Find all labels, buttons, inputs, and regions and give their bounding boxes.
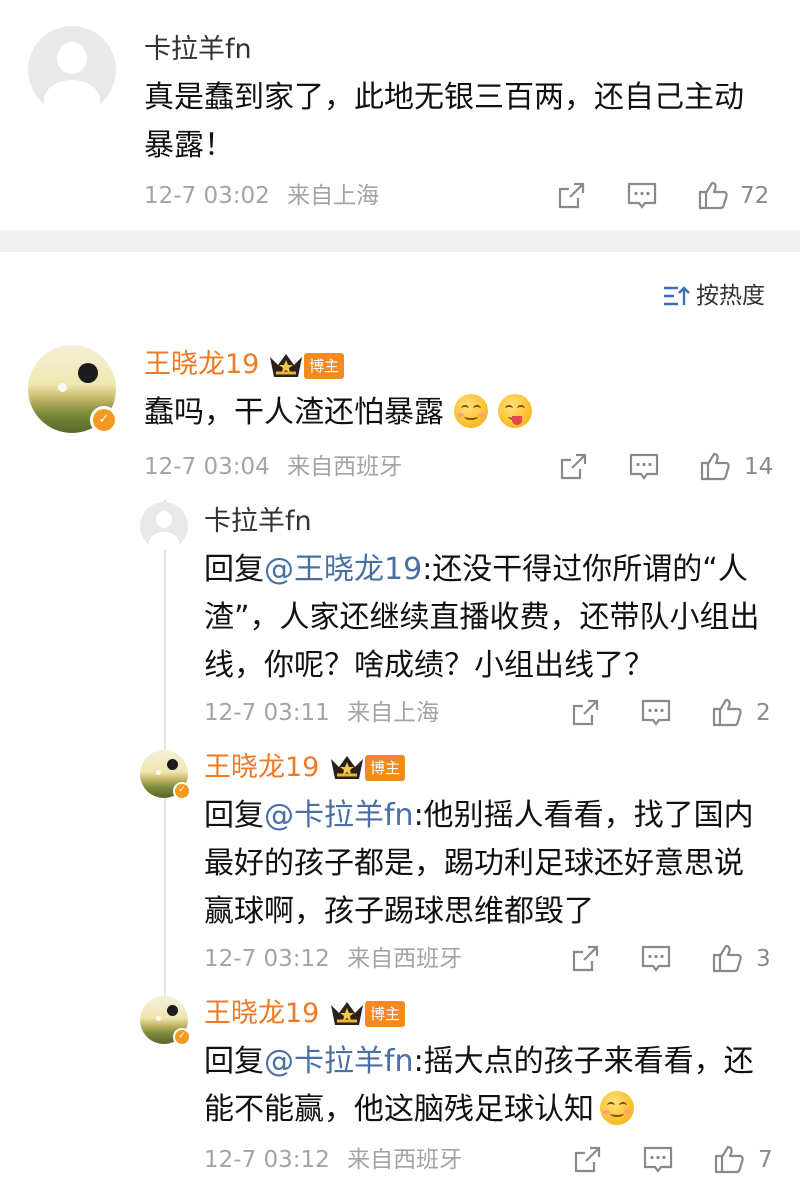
reply-text-line: 渣”，人家还继续直播收费，还带队小组出	[204, 600, 760, 635]
reply-time: 12-7 03:12	[204, 946, 330, 972]
reply-text-content: 能不能赢，他这脑残足球认知	[204, 1092, 594, 1127]
comment-text-content: 蠢吗，干人渣还怕暴露	[144, 395, 444, 430]
like-icon[interactable]	[699, 450, 732, 482]
reply-location: 来自西班牙	[347, 1147, 463, 1173]
reply-text-line: 回复@卡拉羊fn:他别摇人看看，找了国内	[204, 792, 784, 840]
comment-text-line: 暴露！	[144, 128, 234, 163]
reply-text: 回复@王晓龙19:还没干得过你所谓的“人 渣”，人家还继续直播收费，还带队小组出…	[204, 546, 784, 690]
comment-icon[interactable]	[640, 698, 672, 728]
reply-text-content: :摇大点的孩子来看看，还	[413, 1044, 754, 1079]
share-icon[interactable]	[572, 1145, 602, 1175]
verified-icon: ✓	[173, 782, 191, 800]
sort-label: 按热度	[696, 283, 765, 309]
like-count: 72	[740, 183, 770, 209]
crown-icon	[270, 354, 302, 377]
reply-meta: 12-7 03:12 来自西班牙	[204, 1145, 462, 1175]
sort-icon	[664, 286, 690, 306]
mention-link[interactable]: @王晓龙19	[264, 552, 422, 587]
reply-author[interactable]: 王晓龙19	[204, 997, 319, 1031]
reply-text-line: 赢球啊，孩子踢球思维都毁了	[204, 894, 594, 929]
section-divider	[0, 230, 800, 252]
blogger-badge: 博主	[304, 353, 345, 379]
comment-text: 蠢吗，干人渣还怕暴露	[144, 389, 532, 437]
share-icon[interactable]	[558, 452, 588, 482]
like-icon[interactable]	[711, 696, 744, 728]
like-count: 2	[756, 700, 771, 726]
reply-text-line: 最好的孩子都是，踢功利足球还好意思说	[204, 846, 744, 881]
like-icon[interactable]	[697, 179, 730, 211]
verified-icon: ✓	[90, 406, 118, 434]
comment-text: 真是蠢到家了，此地无银三百两，还自己主动 暴露！	[144, 74, 784, 170]
reply-text-content: :还没干得过你所谓的“人	[422, 552, 748, 587]
crown-icon	[331, 1002, 363, 1025]
comment-icon[interactable]	[626, 181, 658, 211]
reply-text-line: 回复@卡拉羊fn:摇大点的孩子来看看，还	[204, 1038, 784, 1086]
like-icon[interactable]	[711, 942, 744, 974]
comment-meta: 12-7 03:02 来自上海	[144, 181, 379, 211]
comment-time: 12-7 03:02	[144, 183, 270, 209]
reply-text-line: 回复@王晓龙19:还没干得过你所谓的“人	[204, 546, 784, 594]
reply-location: 来自西班牙	[347, 946, 463, 972]
reply-author[interactable]: 王晓龙19	[204, 751, 319, 785]
reply-meta: 12-7 03:12 来自西班牙	[204, 944, 462, 974]
comment-icon[interactable]	[642, 1145, 674, 1175]
share-icon[interactable]	[570, 698, 600, 728]
reply-location: 来自上海	[347, 700, 440, 726]
like-count: 14	[744, 454, 774, 480]
smile-emoji	[454, 394, 488, 428]
reply-prefix: 回复	[204, 1044, 264, 1079]
reply-time: 12-7 03:11	[204, 700, 330, 726]
comment-location: 来自上海	[287, 183, 380, 209]
reply-time: 12-7 03:12	[204, 1147, 330, 1173]
default-avatar[interactable]	[28, 26, 116, 114]
comment-icon[interactable]	[640, 944, 672, 974]
comment-time: 12-7 03:04	[144, 454, 270, 480]
wink-emoji	[498, 394, 532, 428]
reply-text-line: 线，你呢？啥成绩？小组出线了？	[204, 648, 654, 683]
comment-author[interactable]: 王晓龙19	[144, 348, 259, 382]
default-avatar[interactable]	[140, 502, 188, 550]
reply-meta: 12-7 03:11 来自上海	[204, 698, 439, 728]
reply-text: 回复@卡拉羊fn:他别摇人看看，找了国内 最好的孩子都是，踢功利足球还好意思说 …	[204, 792, 784, 936]
comment-icon[interactable]	[628, 452, 660, 482]
comment-location: 来自西班牙	[287, 454, 403, 480]
like-count: 3	[756, 946, 771, 972]
reply-text: 回复@卡拉羊fn:摇大点的孩子来看看，还 能不能赢，他这脑残足球认知	[204, 1038, 784, 1134]
reply-text-content: :他别摇人看看，找了国内	[413, 798, 754, 833]
reply-author[interactable]: 卡拉羊fn	[204, 505, 312, 539]
comment-text-line: 真是蠢到家了，此地无银三百两，还自己主动	[144, 80, 744, 115]
reply-prefix: 回复	[204, 552, 264, 587]
mention-link[interactable]: @卡拉羊fn	[264, 1044, 414, 1079]
reply-text-line: 能不能赢，他这脑残足球认知	[204, 1086, 784, 1134]
blogger-badge: 博主	[365, 755, 406, 781]
like-count: 7	[758, 1147, 773, 1173]
mention-link[interactable]: @卡拉羊fn	[264, 798, 414, 833]
smile-emoji	[600, 1091, 634, 1125]
crown-icon	[331, 756, 363, 779]
comment-author[interactable]: 卡拉羊fn	[144, 33, 252, 67]
reply-prefix: 回复	[204, 798, 264, 833]
share-icon[interactable]	[570, 944, 600, 974]
comment-meta: 12-7 03:04 来自西班牙	[144, 452, 402, 482]
blogger-badge: 博主	[365, 1001, 406, 1027]
share-icon[interactable]	[556, 181, 586, 211]
verified-icon: ✓	[173, 1028, 191, 1046]
like-icon[interactable]	[713, 1143, 746, 1175]
